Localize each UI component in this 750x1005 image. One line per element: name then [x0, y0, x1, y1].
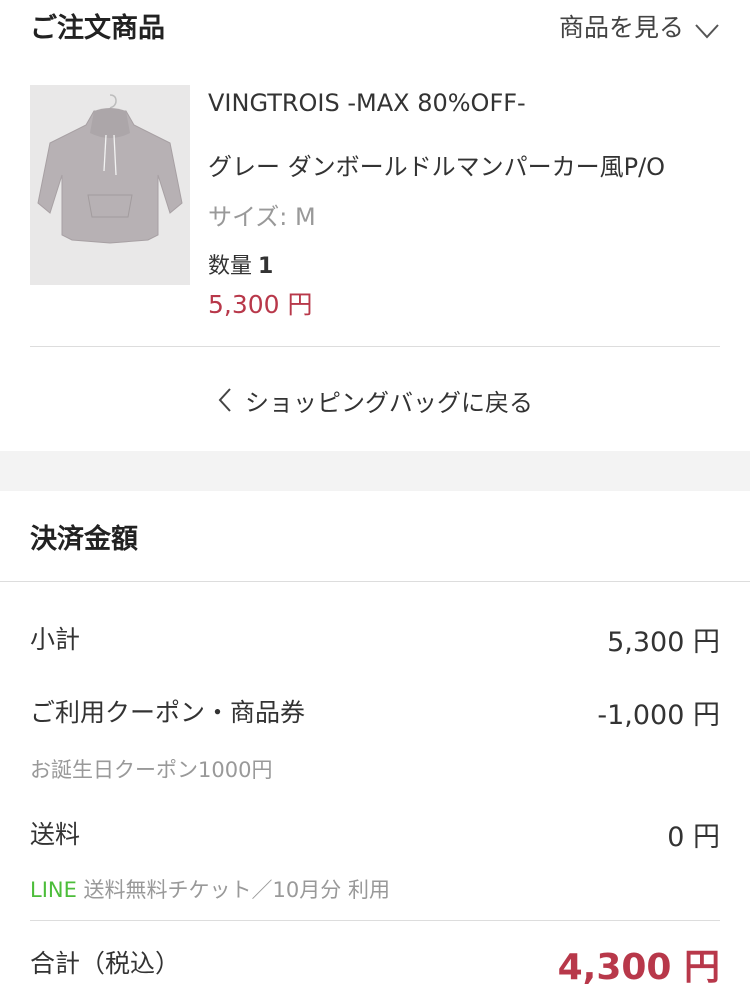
subtotal-row: 小計 5,300 円	[30, 620, 720, 660]
product-size: サイズ: M	[208, 203, 316, 231]
shipping-label: 送料	[30, 820, 81, 849]
back-link-label: ショッピングバッグに戻る	[245, 388, 533, 417]
order-product-item: VINGTROIS -MAX 80%OFF- グレー ダンボールドルマンパーカー…	[30, 85, 720, 325]
view-items-toggle[interactable]: 商品を見る	[559, 8, 720, 44]
divider	[30, 346, 720, 347]
chevron-down-icon	[694, 17, 720, 39]
quantity-value: 1	[258, 254, 274, 279]
quantity-label: 数量	[208, 254, 253, 279]
shipping-note: LINE 送料無料チケット／10月分 利用	[30, 874, 390, 904]
view-items-label: 商品を見る	[558, 13, 684, 42]
order-items-title: ご注文商品	[30, 13, 165, 44]
divider	[0, 581, 750, 582]
shipping-value: 0 円	[667, 822, 720, 853]
divider	[30, 920, 720, 921]
product-price: 5,300 円	[208, 290, 313, 319]
line-label: LINE	[30, 878, 77, 902]
total-row: 合計（税込） 4,300 円	[30, 944, 720, 988]
coupon-note: お誕生日クーポン1000円	[30, 758, 273, 782]
product-quantity: 数量 1	[208, 248, 273, 280]
total-value: 4,300 円	[557, 947, 720, 988]
subtotal-label: 小計	[30, 625, 81, 654]
order-confirmation-page: ご注文商品 商品を見る VINGTROIS -MAX 80%OFF- グレー ダ…	[0, 0, 750, 1005]
coupon-label: ご利用クーポン・商品券	[30, 698, 306, 727]
subtotal-value: 5,300 円	[607, 627, 720, 658]
shipping-note-text: 送料無料チケット／10月分 利用	[76, 878, 390, 902]
total-label: 合計（税込）	[30, 949, 181, 978]
shipping-row: 送料 0 円	[30, 815, 720, 855]
coupon-row: ご利用クーポン・商品券 -1,000 円	[30, 693, 720, 733]
payment-title: 決済金額	[30, 524, 138, 555]
product-name[interactable]: グレー ダンボールドルマンパーカー風P/O	[208, 147, 665, 182]
chevron-left-icon	[217, 387, 233, 413]
section-separator	[0, 451, 750, 491]
product-brand[interactable]: VINGTROIS -MAX 80%OFF-	[208, 89, 526, 117]
order-items-header: ご注文商品 商品を見る	[30, 0, 720, 56]
product-image[interactable]	[30, 85, 190, 285]
back-to-shopping-bag-link[interactable]: ショッピングバッグに戻る	[0, 378, 750, 422]
coupon-value: -1,000 円	[597, 700, 720, 731]
